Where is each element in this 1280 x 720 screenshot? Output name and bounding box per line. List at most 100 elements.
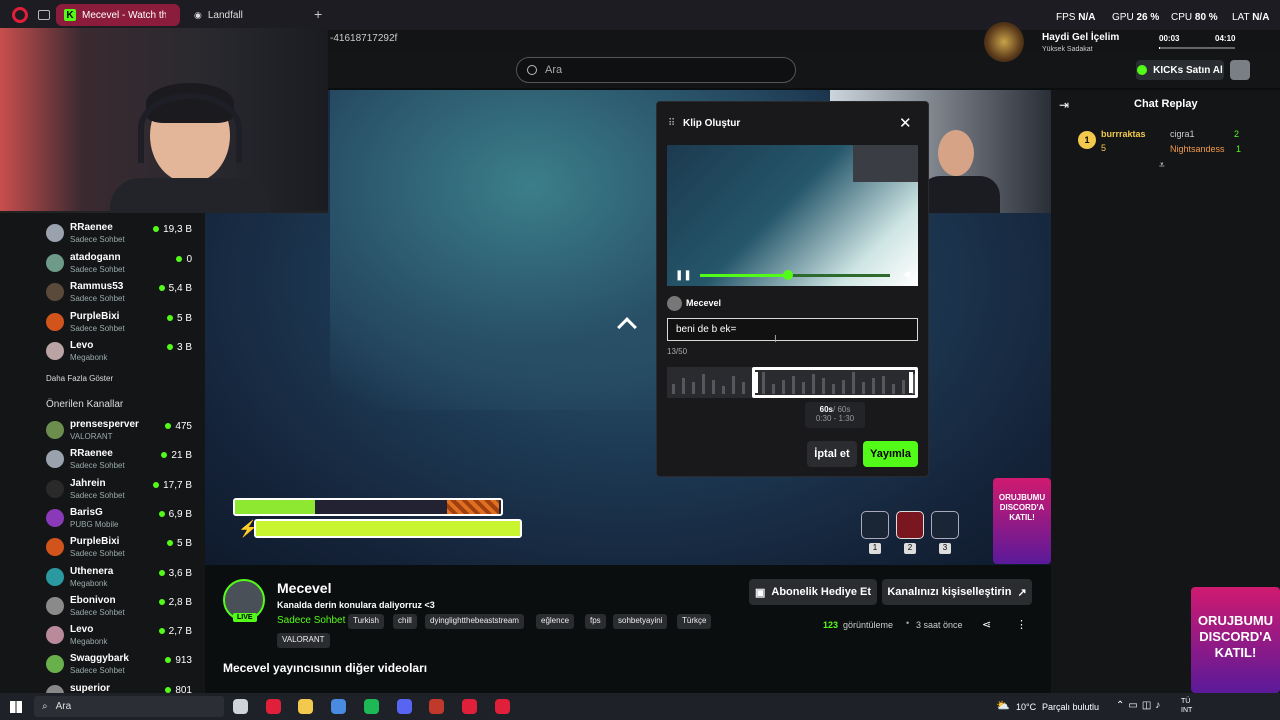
user-avatar[interactable] bbox=[1230, 60, 1250, 80]
publish-button[interactable]: Yayımla bbox=[863, 441, 918, 467]
sidebar-channel-item[interactable]: BarisG PUBG Mobile 6,9 B bbox=[46, 507, 196, 535]
channel-category: PUBG Mobile bbox=[70, 519, 119, 529]
sidebar-channel-item[interactable]: atadogann Sadece Sohbet 0 bbox=[46, 252, 196, 280]
gifter-count: 1 bbox=[1236, 144, 1242, 154]
views-count: 123 bbox=[823, 620, 839, 630]
preview-pause-icon[interactable]: ❚❚ bbox=[675, 270, 692, 281]
shirt bbox=[110, 178, 270, 213]
sidebar-channel-item[interactable]: Ebonivon Sadece Sohbet 2,8 B bbox=[46, 595, 196, 623]
time-ago: 3 saat önce bbox=[916, 620, 963, 630]
channel-avatar bbox=[46, 450, 64, 469]
opera-app-icon[interactable] bbox=[266, 699, 281, 714]
live-dot-icon bbox=[165, 657, 172, 664]
gifter-name[interactable]: Nightsandess bbox=[1170, 144, 1225, 154]
kicks-buy-button[interactable]: KICKs Satın Al bbox=[1136, 60, 1224, 80]
opera-logo-icon[interactable] bbox=[12, 7, 28, 23]
trim-handle-right[interactable] bbox=[909, 372, 913, 393]
top-gifter-name[interactable]: burrraktas bbox=[1101, 129, 1146, 139]
tag[interactable]: sohbetyayini bbox=[613, 614, 668, 629]
sidebar-channel-item[interactable]: PurpleBixi Sadece Sohbet 5 B bbox=[46, 311, 196, 339]
show-more-link[interactable]: Daha Fazla Göster bbox=[46, 374, 113, 383]
channel-category: Sadece Sohbet bbox=[70, 461, 125, 471]
trim-selection[interactable] bbox=[752, 367, 918, 398]
channel-category: Sadece Sohbet bbox=[70, 264, 125, 274]
live-badge: LIVE bbox=[233, 613, 257, 622]
tag[interactable]: fps bbox=[585, 614, 606, 629]
tag[interactable]: eğlence bbox=[536, 614, 575, 629]
tag[interactable]: Turkish bbox=[348, 614, 384, 629]
category-link[interactable]: Sadece Sohbet bbox=[277, 615, 345, 626]
tab-landfall[interactable]: ◉ Landfall bbox=[186, 4, 306, 26]
channel-name: Levo bbox=[70, 624, 94, 636]
promo-text: ORUJBUMU bbox=[998, 493, 1046, 502]
hotbar-slot-2 bbox=[896, 511, 924, 539]
preview-scrub-handle[interactable] bbox=[783, 270, 793, 280]
channel-name[interactable]: Mecevel bbox=[277, 580, 331, 596]
tag[interactable]: VALORANT bbox=[277, 633, 330, 648]
sidebar-channel-item[interactable]: PurpleBixi Sadece Sohbet 5 B bbox=[46, 536, 196, 564]
sidebar-channel-item[interactable]: Levo Megabonk 3 B bbox=[46, 340, 196, 368]
drag-handle-icon[interactable]: ⠿ bbox=[668, 118, 675, 129]
share-icon[interactable]: ⋖ bbox=[982, 618, 991, 631]
tray-language[interactable]: TÜ INT bbox=[1181, 697, 1192, 715]
sidebar-channel-item[interactable]: Rammus53 Sadece Sohbet 5,4 B bbox=[46, 281, 196, 309]
channel-avatar bbox=[46, 567, 64, 586]
tab-mecevel[interactable]: K Mecevel - Watch the bbox=[56, 4, 180, 26]
file-explorer-icon[interactable] bbox=[298, 699, 313, 714]
top-gifter-count: 5 bbox=[1101, 143, 1107, 153]
stream-title: Kanalda derin konulara daliyorruz <3 bbox=[277, 600, 435, 610]
timeline-tick bbox=[742, 382, 745, 394]
tag[interactable]: dyinglightthebeaststream bbox=[425, 614, 524, 629]
live-dot-icon bbox=[158, 598, 165, 605]
close-icon[interactable]: ✕ bbox=[899, 114, 912, 132]
sidebar-channel-item[interactable]: Jahrein Sadece Sohbet 17,7 B bbox=[46, 478, 196, 506]
tab-islands-icon[interactable] bbox=[38, 10, 50, 20]
customize-channel-button[interactable]: Kanalınızı kişiselleştirin ↗ bbox=[882, 579, 1032, 605]
collapse-chat-icon[interactable]: ⇥ bbox=[1059, 98, 1069, 112]
expand-leaderboard-icon[interactable]: ⩡ bbox=[1159, 160, 1165, 171]
sidebar-channel-item[interactable]: Levo Megabonk 2,7 B bbox=[46, 624, 196, 652]
song-progress-fill bbox=[1159, 47, 1160, 49]
tray-icons[interactable]: ⌃▭◫♪ bbox=[1116, 700, 1164, 711]
more-options-icon[interactable]: ⋮ bbox=[1016, 618, 1027, 631]
channel-category: Sadece Sohbet bbox=[70, 666, 125, 676]
taskbar-search[interactable]: ⌕ Ara bbox=[34, 696, 224, 717]
cancel-button[interactable]: İptal et bbox=[807, 441, 857, 467]
stamina-bar bbox=[254, 519, 522, 538]
sidebar-channel-item[interactable]: Uthenera Megabonk 3,6 B bbox=[46, 566, 196, 594]
sidebar-channel-item[interactable]: Swaggybark Sadece Sohbet 913 bbox=[46, 653, 196, 681]
clip-channel-name: Mecevel bbox=[686, 298, 722, 308]
spotify-icon[interactable] bbox=[364, 699, 379, 714]
valorant-icon[interactable] bbox=[495, 699, 510, 714]
store-icon[interactable] bbox=[331, 699, 346, 714]
app-icon[interactable] bbox=[462, 699, 477, 714]
weather-text: Parçalı bulutlu bbox=[1042, 702, 1100, 712]
channel-category: Sadece Sohbet bbox=[70, 490, 125, 500]
live-dot-icon bbox=[166, 314, 173, 321]
kick-favicon-icon: K bbox=[64, 9, 76, 21]
tag[interactable]: Türkçe bbox=[677, 614, 712, 629]
sidebar-channel-item[interactable]: RRaenee Sadece Sohbet 19,3 B bbox=[46, 222, 196, 250]
new-tab-plus-icon[interactable]: + bbox=[314, 6, 322, 22]
vote-app-icon[interactable] bbox=[429, 699, 444, 714]
gifter-name[interactable]: cigra1 bbox=[1170, 129, 1195, 139]
viewer-count: 3 B bbox=[166, 342, 192, 353]
gift-icon: ▣ bbox=[754, 586, 766, 599]
clip-title-input[interactable]: beni de b ek= bbox=[667, 318, 918, 341]
trim-handle-left[interactable] bbox=[754, 372, 758, 393]
sidebar-channel-item[interactable]: RRaenee Sadece Sohbet 21 B bbox=[46, 448, 196, 476]
discord-icon[interactable] bbox=[397, 699, 412, 714]
gift-subscription-button[interactable]: ▣ Abonelik Hediye Et bbox=[749, 579, 877, 605]
search-icon bbox=[527, 65, 537, 75]
task-view-icon[interactable] bbox=[233, 699, 248, 714]
headphones bbox=[138, 93, 242, 163]
search-input[interactable]: Ara bbox=[516, 57, 796, 83]
volume-icon[interactable]: ◀ bbox=[903, 269, 910, 280]
sidebar-channel-item[interactable]: prensesperver VALORANT 475 bbox=[46, 419, 196, 447]
live-dot-icon bbox=[176, 255, 183, 262]
windows-start-icon[interactable] bbox=[10, 701, 22, 713]
preview-progress-track[interactable] bbox=[700, 274, 890, 277]
health-fill bbox=[235, 500, 315, 514]
live-dot-icon bbox=[158, 510, 165, 517]
tag[interactable]: chill bbox=[393, 614, 417, 629]
